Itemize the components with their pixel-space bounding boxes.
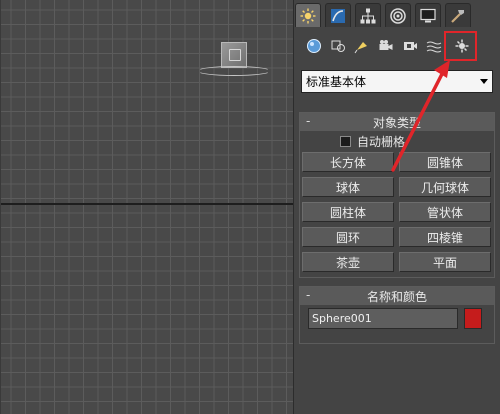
helpers-icon: [404, 42, 417, 50]
motion-tab[interactable]: [385, 3, 411, 27]
create-tab-icon: [300, 8, 316, 23]
grid-axis-horizontal: [0, 203, 293, 205]
cameras-icon: [379, 40, 393, 50]
object-shadow-ring: [197, 66, 271, 76]
object-face-icon: [229, 49, 241, 61]
autogrid-checkbox[interactable]: [340, 136, 351, 147]
teapot-button[interactable]: 茶壶: [302, 252, 394, 272]
box-button[interactable]: 长方体: [302, 152, 394, 172]
object-name-field[interactable]: Sphere001: [308, 308, 458, 329]
tube-button[interactable]: 管状体: [399, 202, 491, 222]
modify-tab-icon: [331, 8, 345, 23]
autogrid-label: 自动栅格: [357, 135, 406, 149]
spacewarps-icon: [426, 41, 442, 53]
shapes-button[interactable]: [327, 35, 349, 57]
object-type-title: 对象类型: [372, 115, 421, 130]
lights-icon: [354, 42, 367, 54]
display-tab-icon: [420, 8, 436, 22]
lights-button[interactable]: [351, 35, 373, 57]
name-and-color-rollout: - 名称和颜色 Sphere001: [299, 286, 495, 344]
grid-axis-vertical: [0, 0, 1, 414]
chevron-down-icon[interactable]: [476, 71, 492, 92]
geosphere-button[interactable]: 几何球体: [399, 177, 491, 197]
autogrid-option[interactable]: 自动栅格: [340, 133, 405, 150]
command-panel-tabs: [295, 3, 500, 27]
create-tab[interactable]: [295, 3, 321, 27]
hierarchy-tab[interactable]: [355, 3, 381, 27]
cylinder-button[interactable]: 圆柱体: [302, 202, 394, 222]
torus-button[interactable]: 圆环: [302, 227, 394, 247]
object-category-dropdown[interactable]: 标准基本体: [301, 70, 493, 93]
geometry-button[interactable]: [303, 35, 325, 57]
sphere-button[interactable]: 球体: [302, 177, 394, 197]
pyramid-button[interactable]: 四棱锥: [399, 227, 491, 247]
utilities-tab[interactable]: [445, 3, 471, 27]
hierarchy-tab-icon: [360, 8, 376, 23]
shapes-icon: [331, 40, 345, 52]
cameras-button[interactable]: [375, 35, 397, 57]
name-and-color-header[interactable]: - 名称和颜色: [300, 287, 494, 305]
cone-button[interactable]: 圆锥体: [399, 152, 491, 172]
object-type-rollout: - 对象类型 自动栅格 长方体 圆锥体 球体 几何球体 圆柱体 管状体 圆环 四…: [299, 112, 495, 278]
modify-tab[interactable]: [325, 3, 351, 27]
dropdown-value: 标准基本体: [306, 75, 367, 89]
motion-tab-icon: [390, 7, 406, 24]
object-color-swatch[interactable]: [464, 308, 482, 329]
spacewarps-button[interactable]: [423, 35, 445, 57]
object-type-header[interactable]: - 对象类型: [300, 113, 494, 131]
plane-button[interactable]: 平面: [399, 252, 491, 272]
collapse-icon: -: [306, 114, 311, 128]
collapse-icon: -: [306, 288, 311, 302]
helpers-button[interactable]: [399, 35, 421, 57]
display-tab[interactable]: [415, 3, 441, 27]
name-and-color-title: 名称和颜色: [366, 289, 427, 304]
geometry-icon: [307, 39, 321, 53]
scene-object[interactable]: [221, 42, 247, 68]
perspective-viewport[interactable]: [0, 0, 293, 414]
utilities-tab-icon: [451, 9, 464, 23]
annotation-highlight-box: [444, 31, 477, 61]
